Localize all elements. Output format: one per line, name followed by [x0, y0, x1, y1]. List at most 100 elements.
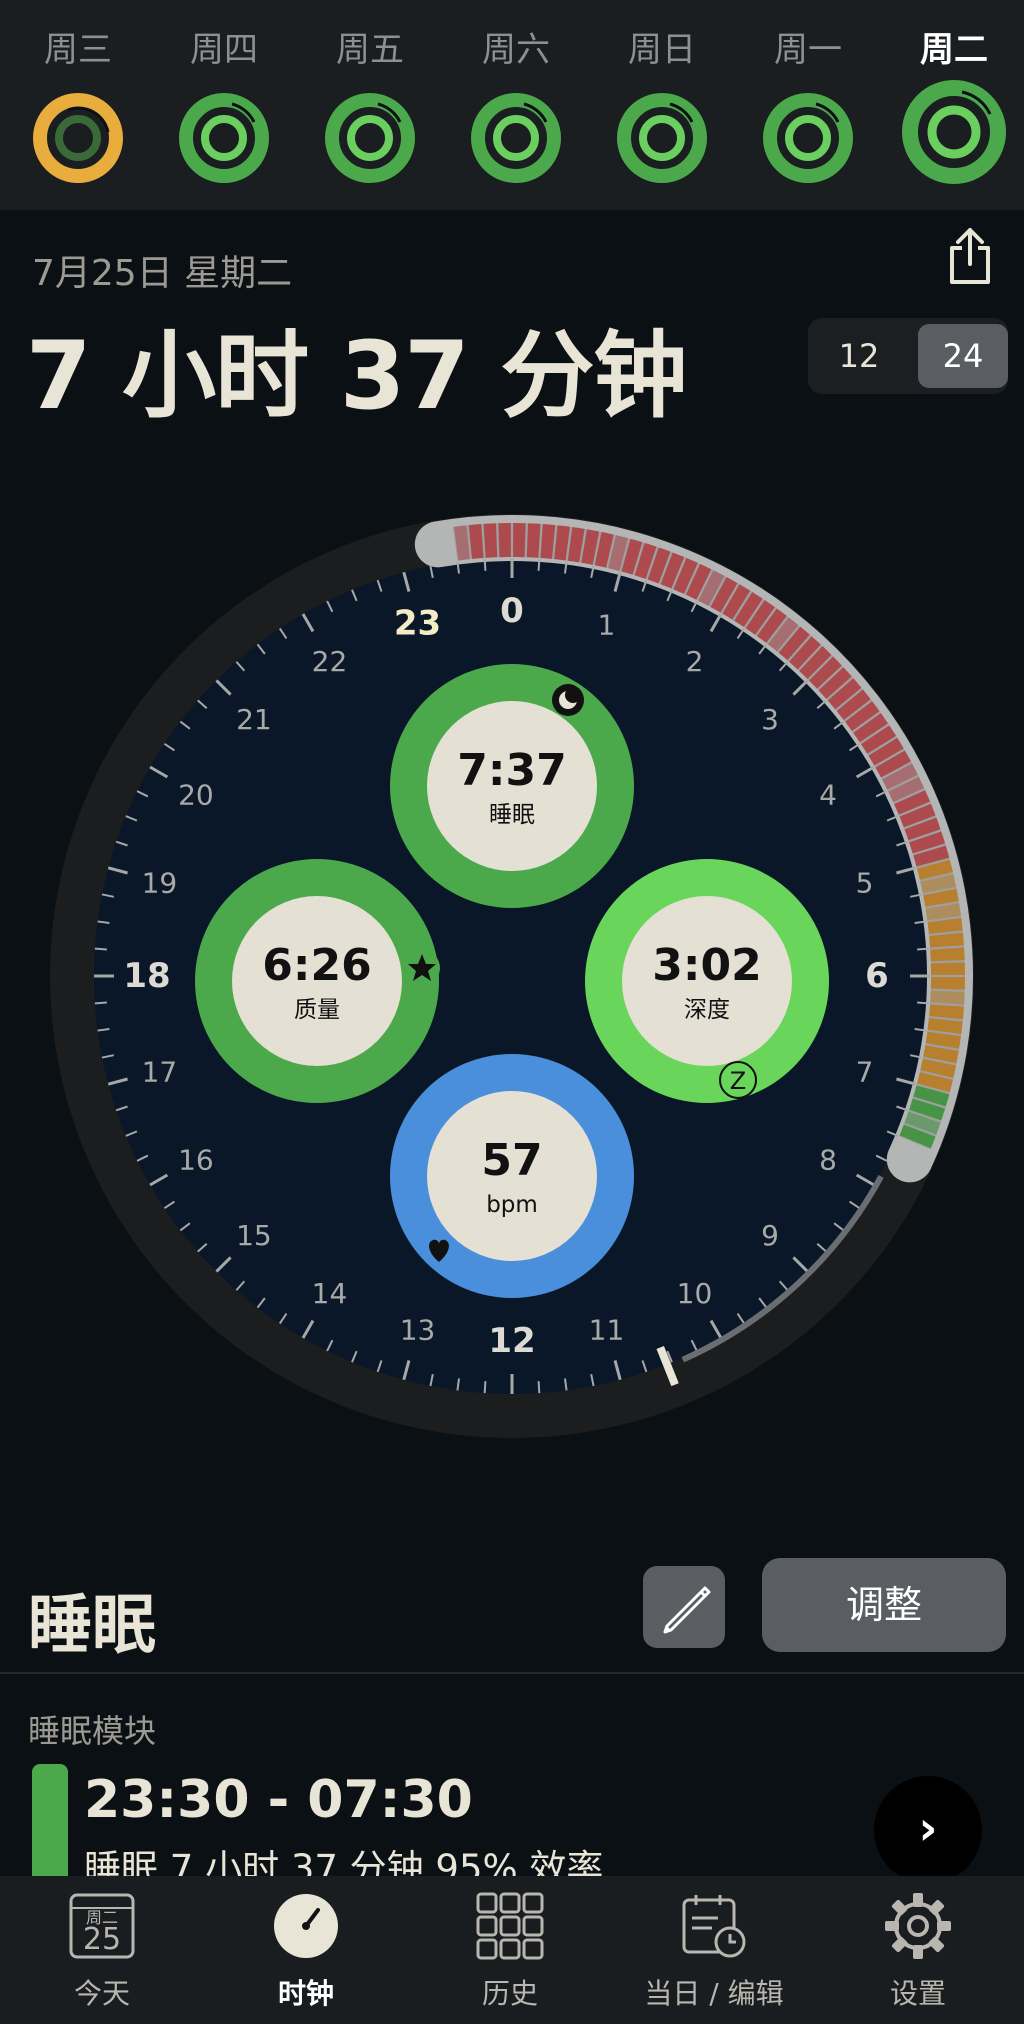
tab-label: 历史: [408, 1972, 612, 2012]
clock-hour-label: 22: [312, 645, 348, 678]
week-day-label: 周二: [881, 22, 1024, 71]
clock-hour-label: 12: [488, 1321, 535, 1361]
week-day-label: 周四: [151, 22, 297, 71]
star-icon: [404, 950, 440, 986]
sleep-dial-value: 7:37: [457, 745, 566, 796]
chevron-right-icon[interactable]: ›: [874, 1776, 982, 1884]
tab-label: 设置: [816, 1972, 1020, 2012]
tab-day-edit[interactable]: 当日 / 编辑: [612, 1876, 816, 2024]
deep-dial[interactable]: 3:02 深度 Z: [585, 859, 829, 1103]
sleep-ring-icon: [466, 88, 566, 188]
clock-tick: [485, 1381, 486, 1393]
clock-hour-label: 14: [312, 1277, 348, 1310]
clock-hour-label: 9: [761, 1219, 779, 1252]
tab-settings[interactable]: 设置: [816, 1876, 1020, 2024]
clock-hour-label: 19: [142, 867, 178, 900]
clock-tick: [917, 1003, 929, 1004]
sleep-clock[interactable]: 0 1234567891011121314151617181920212223 7…: [32, 496, 992, 1456]
clock-hour-label: 1: [598, 608, 616, 641]
clock-hour-label: 16: [178, 1144, 214, 1177]
tab-bar: 周二 25 今天 时钟 历史 当日 / 编辑 设置: [0, 1876, 1024, 2024]
moon-icon: [552, 684, 584, 716]
clock-hour-label: 20: [178, 779, 214, 812]
sleep-dial-label: 睡眠: [489, 802, 535, 828]
clock-hour-label: 7: [856, 1055, 874, 1088]
clock-hour-label: 10: [677, 1277, 713, 1310]
week-day-wed[interactable]: 周三: [5, 0, 151, 210]
clock-hour-label: 6: [865, 956, 889, 996]
week-day-label: 周日: [589, 22, 735, 71]
week-day-label: 周三: [5, 22, 151, 71]
clock-hour-label: 11: [589, 1314, 625, 1347]
week-day-thu[interactable]: 周四: [151, 0, 297, 210]
sleep-ring-icon: [320, 88, 420, 188]
quality-dial-value: 6:26: [262, 940, 371, 991]
clock-hour-label: 21: [236, 703, 272, 736]
heart-dial-value: 57: [481, 1135, 542, 1186]
adjust-button[interactable]: 调整: [762, 1558, 1006, 1652]
date-label: 7月25日 星期二: [32, 244, 292, 296]
week-day-fri[interactable]: 周五: [297, 0, 443, 210]
clock-hour-label: 4: [819, 779, 837, 812]
tab-today-date: 25: [68, 1922, 136, 1957]
sleep-duration: 7 小时 37 分钟: [26, 300, 686, 436]
gear-icon: [884, 1892, 952, 1960]
week-day-label: 周五: [297, 22, 443, 71]
week-day-label: 周一: [735, 22, 881, 71]
tab-today[interactable]: 周二 25 今天: [0, 1876, 204, 2024]
tab-label: 时钟: [204, 1972, 408, 2012]
edit-button[interactable]: [643, 1566, 725, 1648]
clock-tick: [95, 949, 107, 950]
tab-history[interactable]: 历史: [408, 1876, 612, 2024]
clock-hour-label: 17: [142, 1055, 178, 1088]
week-day-sat[interactable]: 周六: [443, 0, 589, 210]
share-icon: [944, 226, 996, 286]
calendar-edit-icon: [680, 1892, 748, 1960]
clock-tick: [539, 1381, 540, 1393]
week-selector: 周三 周四 周五 周六 周日 周一 周二: [0, 0, 1024, 210]
quality-dial-label: 质量: [294, 997, 340, 1023]
sleep-block-color-bar: [32, 1764, 68, 1884]
divider: [0, 1672, 1024, 1674]
clock-hour-label: 13: [400, 1314, 436, 1347]
sleep-block-label: 睡眠模块: [28, 1706, 156, 1752]
grid-icon: [476, 1892, 544, 1960]
deep-dial-value: 3:02: [652, 940, 761, 991]
mode-24-option[interactable]: 24: [918, 324, 1008, 388]
sleep-ring-icon: [758, 88, 858, 188]
tab-label: 今天: [0, 1972, 204, 2012]
sleep-block-time-range: 23:30 - 07:30: [84, 1770, 473, 1830]
deep-dial-label: 深度: [684, 997, 730, 1023]
clock-hour-label: 15: [236, 1219, 272, 1252]
sleep-ring-icon: [612, 88, 712, 188]
clock-hour-label: 18: [123, 956, 170, 996]
clock-mode-toggle: 12 24: [808, 318, 1008, 394]
pencil-icon: [643, 1566, 725, 1648]
clock-hour-label: 5: [856, 867, 874, 900]
share-button[interactable]: [944, 226, 996, 286]
week-day-mon[interactable]: 周一: [735, 0, 881, 210]
clock-hour-label: 2: [686, 645, 704, 678]
tab-label: 当日 / 编辑: [612, 1972, 816, 2012]
mode-12-option[interactable]: 12: [814, 324, 904, 388]
heart-dial-label: bpm: [486, 1192, 538, 1218]
clock-hour-label: 0: [500, 591, 524, 631]
tab-clock[interactable]: 时钟: [204, 1876, 408, 2024]
clock-tick: [917, 949, 929, 950]
clock-hour-label: 3: [761, 703, 779, 736]
quality-dial[interactable]: 6:26 质量: [195, 859, 440, 1103]
clock-tick: [539, 559, 540, 571]
sleep-dial[interactable]: 7:37 睡眠: [390, 664, 634, 908]
sleep-ring-icon: [28, 88, 128, 188]
week-day-tue[interactable]: 周二: [881, 0, 1024, 210]
sleep-section-title: 睡眠: [28, 1574, 156, 1666]
svg-text:Z: Z: [730, 1067, 746, 1095]
heart-icon: [421, 1232, 457, 1268]
clock-tick: [485, 559, 486, 571]
sleep-ring-icon: [898, 76, 1010, 188]
week-day-sun[interactable]: 周日: [589, 0, 735, 210]
clock-hour-label: 23: [394, 603, 441, 643]
clock-icon: [272, 1892, 340, 1960]
heart-rate-dial[interactable]: 57 bpm: [390, 1054, 634, 1298]
clock-tick: [95, 1003, 107, 1004]
